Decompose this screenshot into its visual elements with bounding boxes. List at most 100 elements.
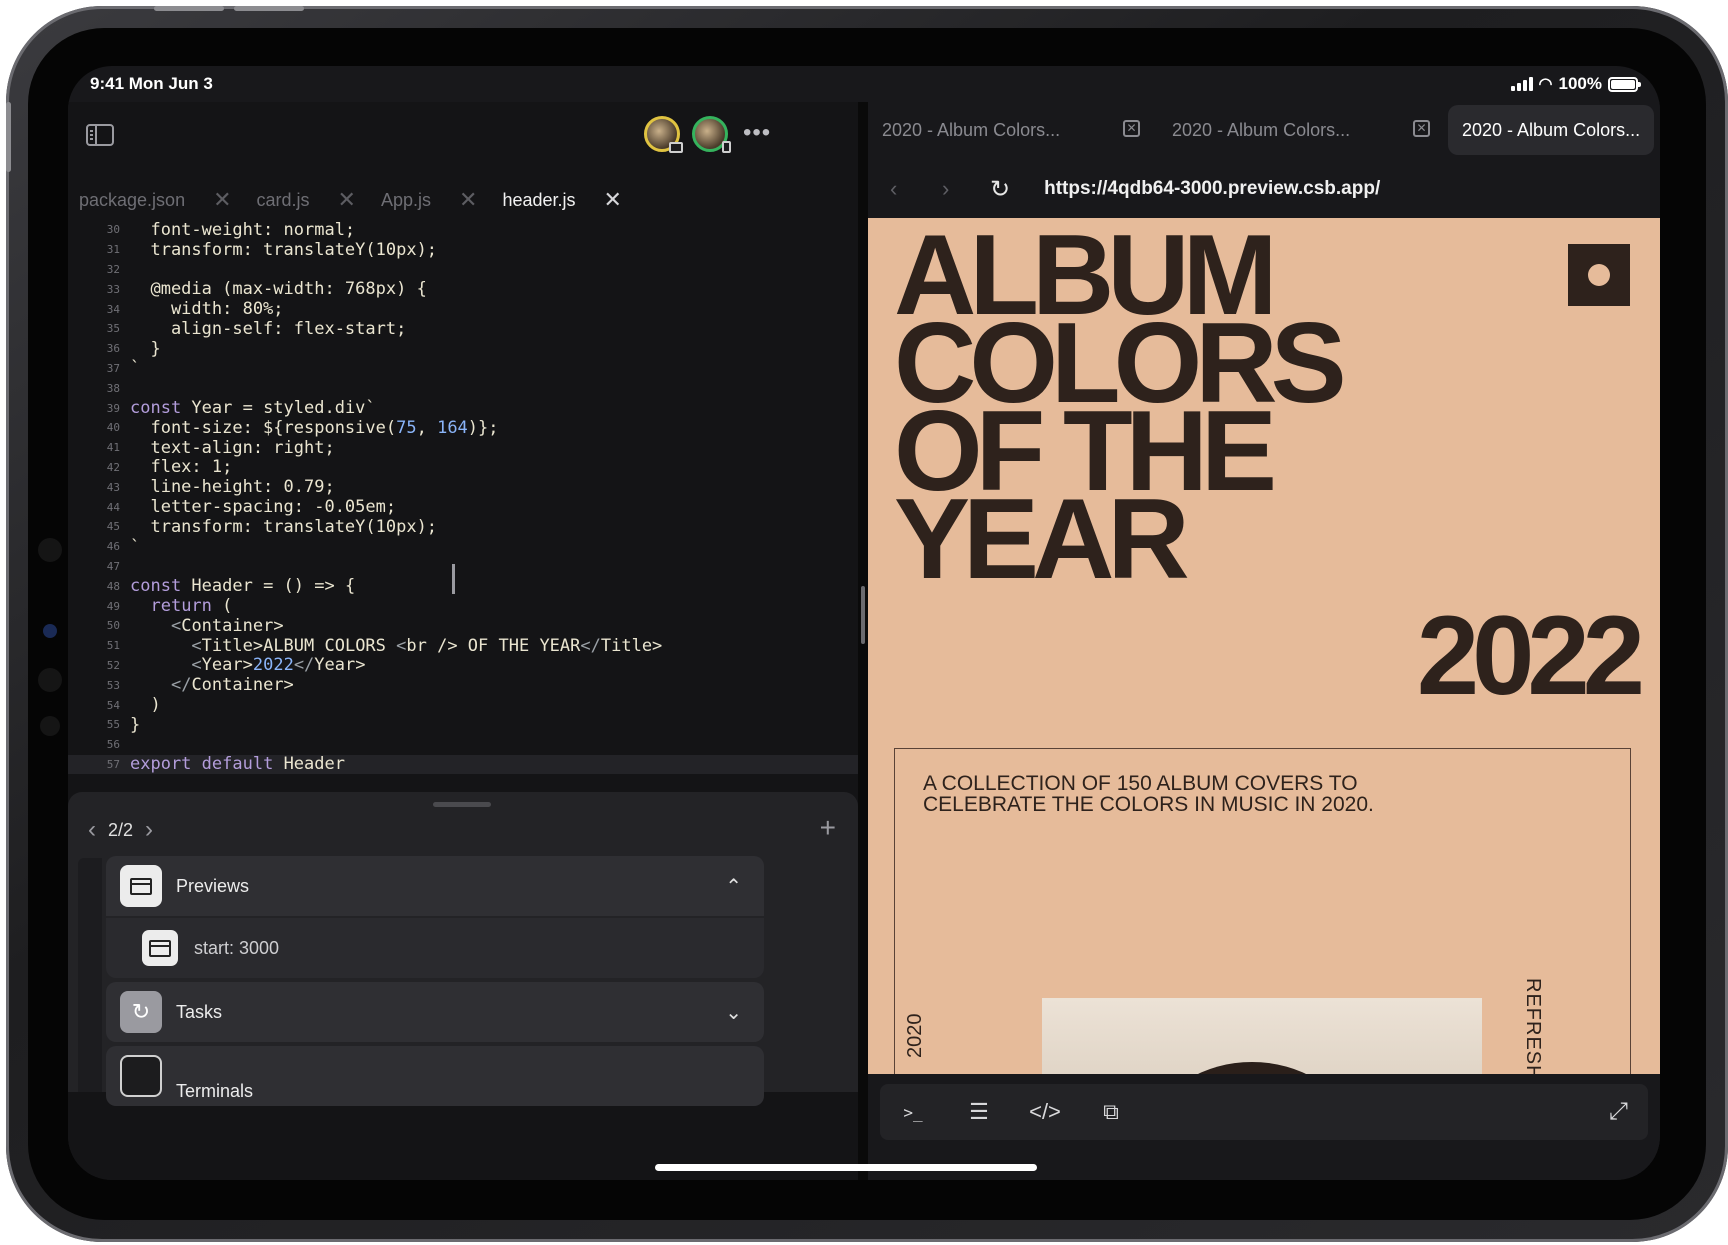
code-line[interactable]: 57 export default Header [68,754,858,775]
close-icon[interactable]: ✕ [213,187,231,213]
section-tasks[interactable]: ↻ Tasks ⌄ [106,982,764,1042]
list-icon[interactable]: ☰ [946,1099,1012,1125]
url-field[interactable]: https://4qdb64-3000.preview.csb.app/ [1044,178,1380,200]
line-number: 54 [106,698,120,712]
code-line[interactable]: 50 <Container> [68,616,858,636]
code-line[interactable]: 35 align-self: flex-start; [68,319,858,339]
chevron-up-icon[interactable]: ⌃ [725,874,742,899]
close-icon[interactable]: ✕ [604,187,622,213]
code-line[interactable]: 31 transform: translateY(10px); [68,240,858,260]
code-editor[interactable]: 30 font-weight: normal; 31 transform: tra… [68,220,858,775]
file-tabs: package.json ✕ card.js ✕ App.js ✕ header… [68,180,858,220]
code-text: <Container> [170,615,284,636]
section-label: Previews [176,875,250,896]
home-indicator[interactable] [655,1164,1037,1171]
code-text: line-height: 0.79; [130,477,335,498]
close-icon[interactable]: ✕ [1123,120,1140,137]
line-number: 31 [106,243,120,257]
logo-icon[interactable] [1568,244,1630,306]
collaborator-avatar[interactable] [644,116,683,153]
close-icon[interactable]: ✕ [1413,120,1430,137]
refresh-link[interactable]: REFRESH [1521,978,1544,1074]
code-line[interactable]: 38 [68,378,858,398]
chevron-right-icon[interactable]: › [145,816,153,844]
code-text: ` [130,358,141,379]
power-button [6,102,11,172]
code-line[interactable]: 37 ` [68,358,858,379]
browser-tab[interactable]: 2020 - Album Colors... ✕ [1158,105,1448,155]
code-line[interactable]: 36 } [68,339,858,359]
code-line[interactable]: 30 font-weight: normal; [68,220,858,240]
code-text: flex: 1; [130,457,233,478]
code-line[interactable]: 32 [68,260,858,280]
code-text: <Year>2022</Year> [191,655,366,676]
code-line[interactable]: 46 ` [68,537,858,557]
close-icon[interactable]: ✕ [338,187,356,213]
code-line[interactable]: 52 <Year>2022</Year> [68,655,858,676]
chevron-down-icon[interactable]: ⌄ [725,1000,742,1025]
tab-card-js[interactable]: card.js ✕ [246,180,370,220]
code-line[interactable]: 51 <Title>ALBUM COLORS <br /> OF THE YEA… [68,636,858,656]
code-line[interactable]: 53 </Container> [68,675,858,695]
chevron-left-icon[interactable]: ‹ [88,816,96,844]
line-number: 45 [106,520,120,534]
browser-tab-active[interactable]: 2020 - Album Colors... [1448,105,1654,155]
drag-handle[interactable] [433,802,491,807]
code-line[interactable]: 54 ) [68,695,858,715]
code-line[interactable]: 55} [68,715,858,735]
code-line[interactable]: 43 line-height: 0.79; [68,477,858,497]
line-number: 35 [106,322,120,336]
tab-package-json[interactable]: package.json ✕ [68,180,246,220]
plus-icon[interactable]: + [820,812,836,844]
volume-button [154,6,224,11]
collaborator-avatar[interactable] [692,116,731,153]
code-line[interactable]: 40 font-size: ${responsive(75, 164)}; [68,418,858,438]
expand-icon[interactable]: ⤢ [1609,1098,1628,1126]
pager-label: 2/2 [108,819,134,840]
reload-icon[interactable]: ↻ [990,175,1010,204]
refresh-icon: ↻ [120,991,162,1033]
line-number: 57 [106,757,120,771]
section-terminals[interactable]: Terminals [106,1046,764,1106]
code-line[interactable]: 45 transform: translateY(10px); [68,517,858,537]
preview-item[interactable]: start: 3000 [106,918,764,978]
window-icon [142,930,178,966]
browser-tab[interactable]: 2020 - Album Colors... ✕ [868,105,1158,155]
code-line[interactable]: 42 flex: 1; [68,457,858,478]
code-line[interactable]: 41 text-align: right; [68,438,858,458]
chevron-right-icon[interactable]: › [942,176,972,202]
split-resize-handle[interactable] [861,586,865,644]
tab-header-js[interactable]: header.js ✕ [491,180,636,220]
section-previews[interactable]: Previews ⌃ [106,856,764,916]
close-icon[interactable]: ✕ [459,187,477,213]
code-icon[interactable]: </> [1012,1099,1078,1125]
code-text: transform: translateY(10px); [130,516,438,537]
terminal-icon[interactable]: >_ [880,1103,946,1122]
chevron-left-icon[interactable]: ‹ [890,176,920,202]
code-text: export default Header [130,754,345,775]
ellipsis-icon[interactable]: ••• [743,121,771,145]
line-number: 39 [106,401,120,415]
browser-tab-label: 2020 - Album Colors... [882,119,1061,140]
tab-app-js[interactable]: App.js ✕ [370,180,491,220]
section-label: Terminals [176,1080,254,1101]
code-line[interactable]: 56 [68,735,858,755]
sidebar-toggle-icon[interactable] [86,124,114,146]
page-title: ALBUM COLORS OF THE YEAR [894,218,1347,603]
code-line[interactable]: 49 return ( [68,596,858,616]
code-line[interactable]: 48 const Header = () => { [68,576,858,596]
album-photo [1042,998,1482,1074]
code-line[interactable]: 39 const Year = styled.div` [68,398,858,418]
preview-item-label: start: 3000 [194,937,280,958]
battery-icon [1608,76,1641,92]
code-line[interactable]: 44 letter-spacing: -0.05em; [68,497,858,517]
code-line[interactable]: 34 width: 80%; [68,299,858,319]
code-line[interactable]: 47 [68,557,858,577]
status-indicators: ◠ 100% [1510,74,1641,94]
line-number: 47 [106,559,120,573]
volume-button [234,6,304,11]
layers-icon[interactable]: ⧉ [1078,1099,1144,1125]
line-number: 41 [106,441,120,455]
code-line[interactable]: 33 @media (max-width: 768px) { [68,279,858,299]
code-text: <Title>ALBUM COLORS <br /> OF THE YEAR</… [191,635,663,656]
